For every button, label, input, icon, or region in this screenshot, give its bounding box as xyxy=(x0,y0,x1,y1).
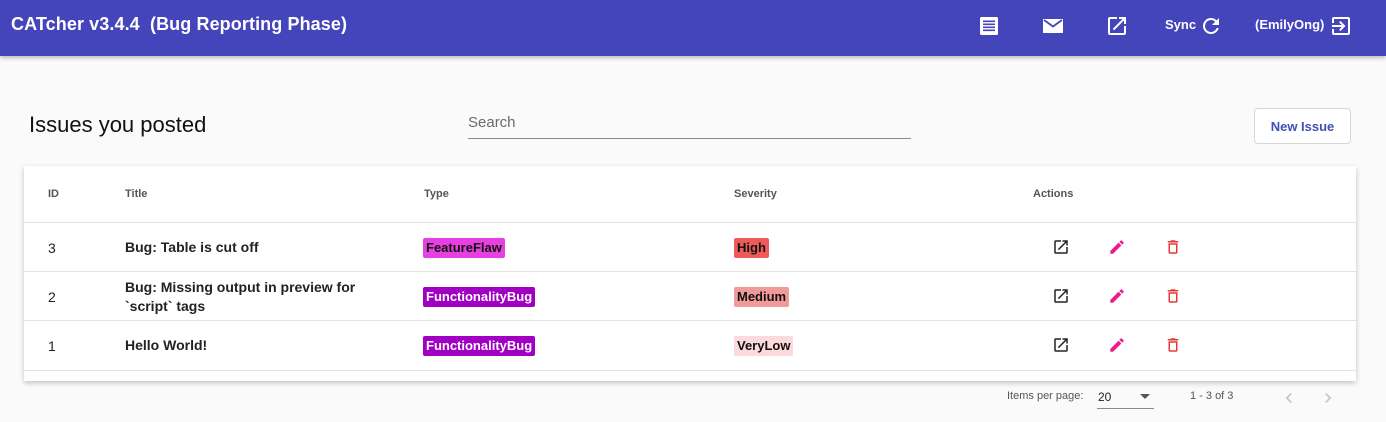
delete-icon[interactable] xyxy=(1164,336,1182,354)
table-row[interactable]: 3 Bug: Table is cut off FeatureFlaw High xyxy=(24,222,1356,272)
next-page-button[interactable] xyxy=(1318,388,1338,408)
refresh-icon[interactable] xyxy=(1199,14,1223,38)
issues-table: ID Title Type Severity Actions 3 Bug: Ta… xyxy=(24,166,1356,381)
table-row[interactable]: 1 Hello World! FunctionalityBug VeryLow xyxy=(24,320,1356,371)
dropdown-arrow-icon xyxy=(1140,394,1150,399)
type-label: FunctionalityBug xyxy=(423,336,536,356)
edit-icon[interactable] xyxy=(1108,238,1126,256)
table-row[interactable]: 2 Bug: Missing output in preview for `sc… xyxy=(24,271,1356,321)
severity-label: High xyxy=(734,238,769,258)
page-size-select[interactable]: 20 xyxy=(1097,386,1154,409)
type-label: FunctionalityBug xyxy=(423,287,536,307)
range-label: 1 - 3 of 3 xyxy=(1190,390,1234,402)
severity-label: VeryLow xyxy=(734,336,794,356)
new-issue-button[interactable]: New Issue xyxy=(1254,108,1351,144)
app-toolbar: CATcher v3.4.4 (Bug Reporting Phase) Syn… xyxy=(0,0,1386,56)
search-field[interactable] xyxy=(468,104,911,139)
severity-label: Medium xyxy=(734,287,790,307)
logout-icon[interactable] xyxy=(1329,14,1353,38)
issue-id: 2 xyxy=(48,289,56,305)
open-in-new-icon[interactable] xyxy=(1105,14,1129,38)
page-title: Issues you posted xyxy=(29,112,207,137)
issue-title: Bug: Table is cut off xyxy=(125,239,259,255)
search-input[interactable] xyxy=(468,104,911,131)
issue-title: Bug: Missing output in preview for `scri… xyxy=(125,278,356,314)
edit-icon[interactable] xyxy=(1108,287,1126,305)
column-header-actions: Actions xyxy=(1033,188,1074,200)
page-size-value: 20 xyxy=(1098,390,1112,404)
issue-title: Hello World! xyxy=(125,337,208,353)
column-header-type[interactable]: Type xyxy=(424,188,449,200)
open-in-new-icon[interactable] xyxy=(1052,287,1070,305)
list-icon[interactable] xyxy=(977,14,1001,38)
edit-icon[interactable] xyxy=(1108,336,1126,354)
chevron-left-icon xyxy=(1285,393,1292,403)
items-per-page-label: Items per page: xyxy=(1007,390,1084,402)
column-header-id[interactable]: ID xyxy=(48,188,59,200)
delete-icon[interactable] xyxy=(1164,287,1182,305)
app-title: CATcher v3.4.4 (Bug Reporting Phase) xyxy=(11,14,348,34)
issue-id: 1 xyxy=(48,338,56,354)
delete-icon[interactable] xyxy=(1164,238,1182,256)
chevron-right-icon xyxy=(1325,393,1332,403)
type-label: FeatureFlaw xyxy=(423,238,505,258)
user-label[interactable]: (EmilyOng) xyxy=(1255,17,1324,32)
open-in-new-icon[interactable] xyxy=(1052,238,1070,256)
column-header-title[interactable]: Title xyxy=(125,188,147,200)
sync-label[interactable]: Sync xyxy=(1165,17,1196,32)
issue-id: 3 xyxy=(48,240,56,256)
column-header-severity[interactable]: Severity xyxy=(734,188,777,200)
mail-icon[interactable] xyxy=(1041,14,1065,38)
open-in-new-icon[interactable] xyxy=(1052,336,1070,354)
previous-page-button[interactable] xyxy=(1279,388,1299,408)
